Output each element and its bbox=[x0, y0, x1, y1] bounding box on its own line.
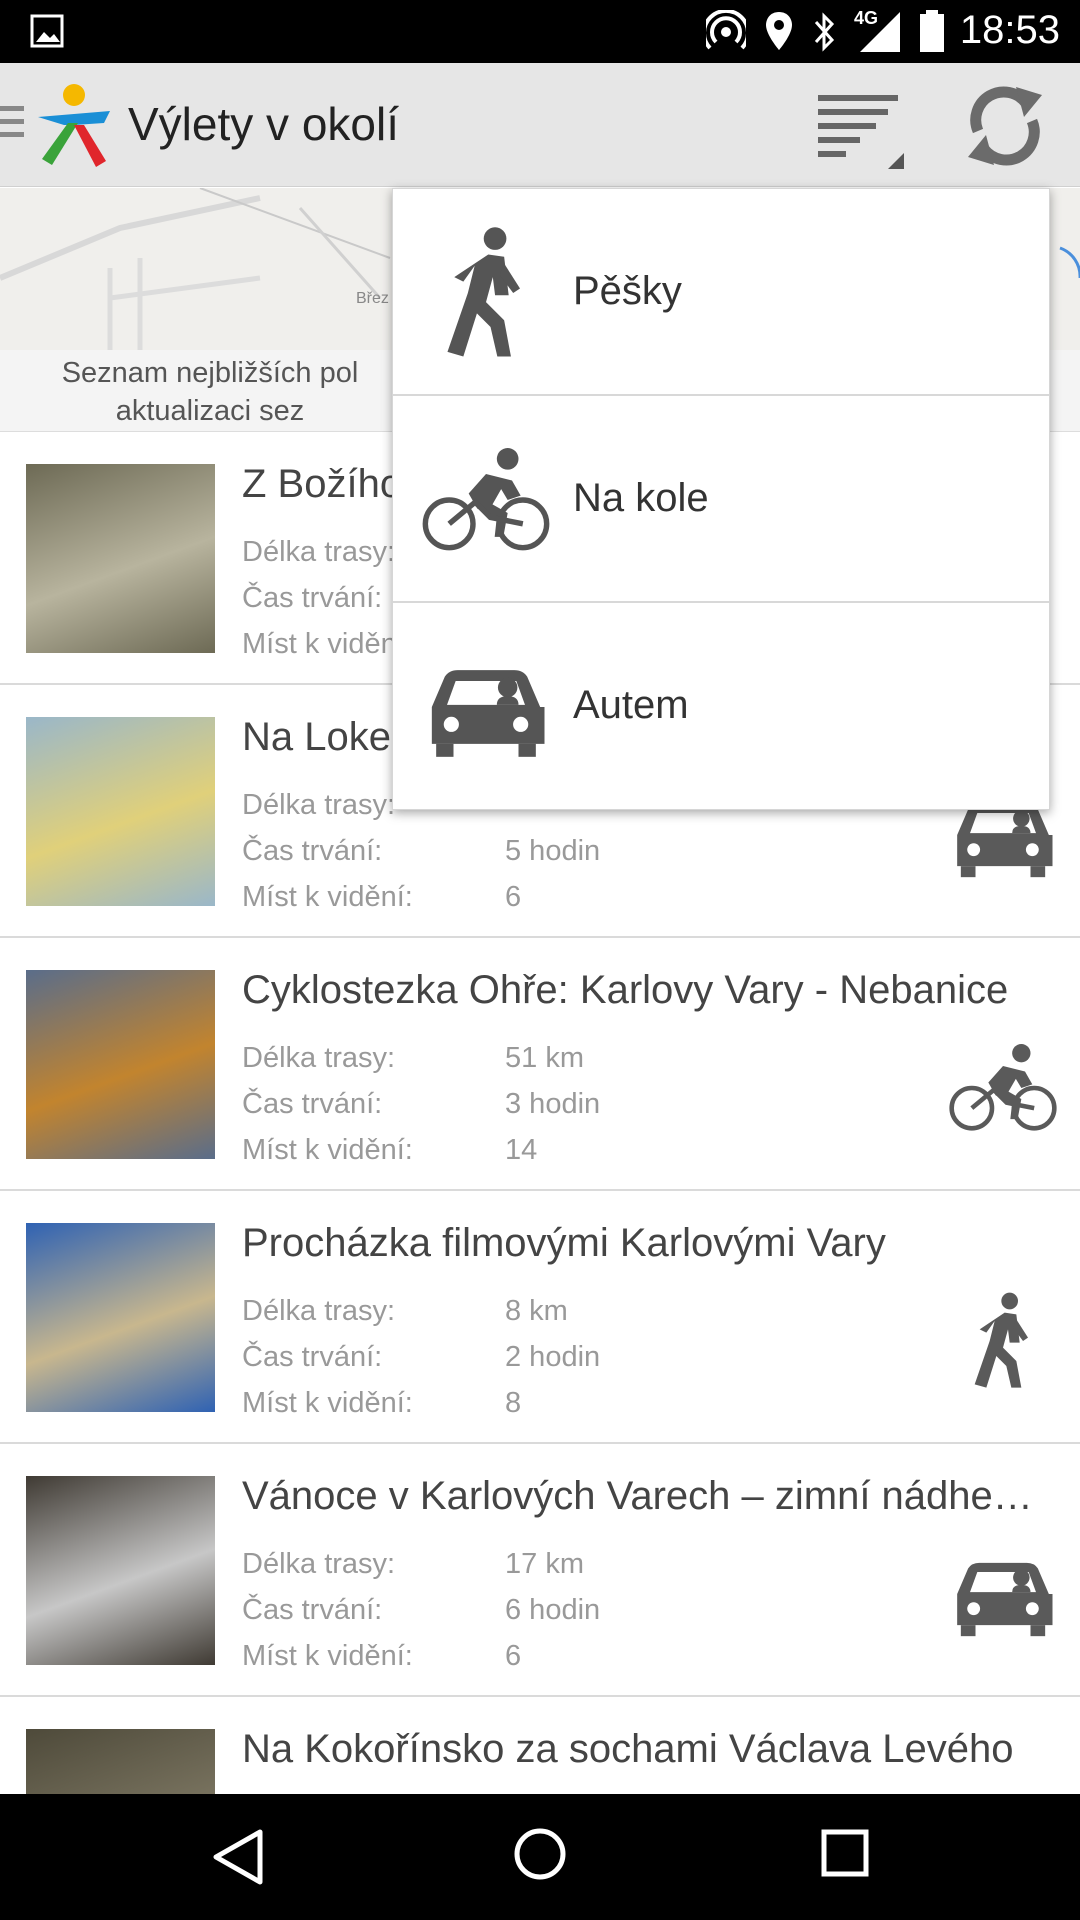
recents-icon[interactable] bbox=[820, 1828, 870, 1878]
trip-title: Na Kokořínsko za sochami Václava Levého bbox=[242, 1727, 1014, 1771]
back-icon[interactable] bbox=[210, 1828, 266, 1886]
signal-icon bbox=[860, 12, 900, 52]
duration-value: 5 hodin bbox=[505, 835, 601, 867]
menu-item-bicycle[interactable]: Na kole bbox=[393, 396, 1049, 603]
length-label: Délka trasy: bbox=[242, 1042, 396, 1074]
places-label: Míst k vidění: bbox=[242, 1387, 413, 1419]
places-value: 14 bbox=[505, 1134, 538, 1166]
duration-label: Čas trvání: bbox=[242, 1594, 383, 1626]
menu-item-car[interactable]: Autem bbox=[393, 603, 1049, 810]
trip-title: Procházka filmovými Karlovými Vary bbox=[242, 1221, 886, 1265]
travel-mode-menu: Pěšky Na kole Autem bbox=[392, 188, 1050, 810]
duration-label: Čas trvání: bbox=[242, 1341, 383, 1373]
app-logo bbox=[38, 84, 110, 167]
duration-value: 6 hodin bbox=[505, 1594, 601, 1626]
car-icon bbox=[421, 639, 551, 775]
navigation-bar bbox=[0, 1794, 1080, 1920]
status-clock: 18:53 bbox=[959, 8, 1060, 52]
places-label: Míst k vidění: bbox=[242, 881, 413, 913]
walking-icon bbox=[948, 1291, 1058, 1391]
length-value: 51 km bbox=[505, 1042, 584, 1074]
hotspot-icon bbox=[706, 10, 746, 50]
battery-icon bbox=[920, 10, 944, 52]
duration-label: Čas trvání: bbox=[242, 835, 383, 867]
menu-item-label: Na kole bbox=[573, 476, 709, 520]
length-value: 8 km bbox=[505, 1295, 568, 1327]
places-label: Míst k vidění: bbox=[242, 628, 413, 660]
places-value: 6 bbox=[505, 1640, 522, 1672]
sort-icon[interactable] bbox=[810, 83, 910, 173]
places-label: Míst k vidění: bbox=[242, 1640, 413, 1672]
app-bar: Výlety v okolí bbox=[0, 63, 1080, 187]
trip-thumbnail bbox=[26, 1476, 215, 1665]
bicycle-icon bbox=[421, 432, 551, 568]
home-icon[interactable] bbox=[512, 1826, 568, 1882]
trip-list-item[interactable]: Cyklostezka Ohře: Karlovy Vary - Nebanic… bbox=[0, 938, 1080, 1191]
walking-icon bbox=[421, 225, 551, 361]
places-label: Míst k vidění: bbox=[242, 1134, 413, 1166]
duration-label: Čas trvání: bbox=[242, 1088, 383, 1120]
menu-item-label: Autem bbox=[573, 683, 689, 727]
menu-icon[interactable] bbox=[0, 106, 24, 146]
bicycle-icon bbox=[948, 1038, 1058, 1138]
places-value: 6 bbox=[505, 881, 522, 913]
menu-item-walking[interactable]: Pěšky bbox=[393, 189, 1049, 396]
refresh-icon[interactable] bbox=[960, 81, 1050, 171]
image-icon bbox=[30, 14, 64, 48]
trip-thumbnail bbox=[26, 717, 215, 906]
trip-list-item[interactable]: Procházka filmovými Karlovými Vary Délka… bbox=[0, 1191, 1080, 1444]
map-place-label: Břez bbox=[356, 290, 389, 307]
duration-value: 3 hodin bbox=[505, 1088, 601, 1120]
length-value: 17 km bbox=[505, 1548, 584, 1580]
length-label: Délka trasy: bbox=[242, 1295, 396, 1327]
length-label: Délka trasy: bbox=[242, 536, 396, 568]
location-icon bbox=[766, 12, 792, 50]
duration-label: Čas trvání: bbox=[242, 582, 383, 614]
menu-item-label: Pěšky bbox=[573, 269, 682, 313]
car-icon bbox=[948, 1544, 1058, 1644]
trip-title: Vánoce v Karlových Varech – zimní nádhe… bbox=[242, 1474, 1033, 1518]
trip-title: Cyklostezka Ohře: Karlovy Vary - Nebanic… bbox=[242, 968, 1009, 1012]
places-value: 8 bbox=[505, 1387, 522, 1419]
length-label: Délka trasy: bbox=[242, 789, 396, 821]
status-bar: 4G 18:53 bbox=[0, 0, 1080, 63]
trip-thumbnail bbox=[26, 464, 215, 653]
duration-value: 2 hodin bbox=[505, 1341, 601, 1373]
trip-thumbnail bbox=[26, 970, 215, 1159]
trip-thumbnail bbox=[26, 1223, 215, 1412]
trip-list-item[interactable]: Vánoce v Karlových Varech – zimní nádhe…… bbox=[0, 1444, 1080, 1697]
app-title: Výlety v okolí bbox=[128, 98, 399, 150]
trip-list-item[interactable]: Na Kokořínsko za sochami Václava Levého … bbox=[0, 1697, 1080, 1794]
bluetooth-icon bbox=[814, 12, 835, 52]
length-label: Délka trasy: bbox=[242, 1548, 396, 1580]
trip-thumbnail bbox=[26, 1729, 215, 1794]
